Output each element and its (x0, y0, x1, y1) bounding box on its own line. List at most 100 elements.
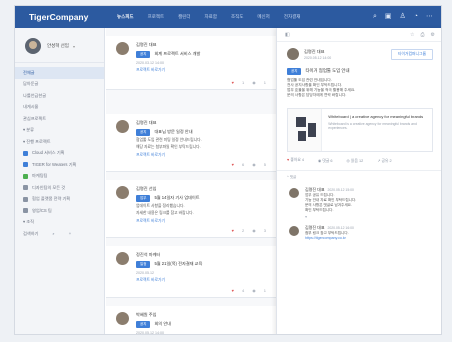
nav-tab-org[interactable]: 조직도 (231, 14, 243, 20)
post-title[interactable]: 5월 14일자 기사 업데이트 (154, 195, 199, 201)
comment-link[interactable]: https://tigercompany.co.kr (305, 236, 433, 241)
like-count: 2 (242, 228, 245, 233)
comment-button[interactable]: ◉ 댓글 6 (318, 158, 333, 164)
read-label: 읽음 12 (350, 159, 364, 163)
sidebar-item-project[interactable]: 협업 플랫폼 전략 기획 (15, 194, 104, 206)
list-item[interactable]: 박혜원 주임 공지 회의 안내 2020.05.12 14:00 (106, 306, 276, 334)
post-title[interactable]: 대표님 방문 일정 안내 (154, 129, 192, 135)
sidebar-section-category[interactable]: ▾ 분류 (15, 125, 104, 137)
post-line: 자세한 내용은 링크를 참고 바랍니다. (136, 211, 194, 215)
sidebar-item-favorites[interactable]: 관심프로젝트 (15, 113, 104, 125)
detail-header: 김명진 대표 2020.05.12 14:00 타이거컴퍼니그룹 (277, 42, 441, 66)
post-actions: ♥ 2 ◉ 3 (232, 228, 266, 233)
post-tag: 업무 (136, 195, 151, 202)
sidebar-item-project[interactable]: 영업/CS 팀 (15, 205, 104, 217)
panel-toggle-icon[interactable]: ◧ (285, 32, 290, 38)
project-link[interactable]: 프로젝트 바로가기 (136, 278, 270, 283)
link-preview-card[interactable]: Whiteboard | a creative agency for meani… (287, 108, 433, 152)
project-icon (23, 185, 28, 191)
detail-actions: ♥ 좋아요 4 ◉ 댓글 6 ◎ 읽음 12 ↗ 공유 2 (277, 152, 441, 171)
app-logo[interactable]: TigerCompany (29, 12, 117, 22)
search-icon[interactable]: ⌕ (373, 12, 377, 21)
bell-icon[interactable]: ◔ (414, 12, 418, 21)
project-link[interactable]: 프로젝트 바로가기 (136, 153, 270, 158)
project-link[interactable]: 프로젝트 바로가기 (136, 219, 270, 224)
heart-icon[interactable]: ♥ (232, 162, 234, 167)
heart-icon: ♥ (287, 158, 290, 162)
heart-icon[interactable]: ♥ (232, 228, 234, 233)
heart-icon[interactable]: ♥ (232, 288, 234, 293)
calendar-icon[interactable]: ▣ (385, 12, 392, 21)
sidebar-item-project[interactable]: TIGER for Weaters 기획 (15, 159, 104, 171)
sidebar-item-mentions[interactable]: 나를언급한글 (15, 90, 104, 102)
link-preview-title[interactable]: Whiteboard | a creative agency for meani… (328, 114, 426, 120)
list-item[interactable]: 정진석 마케터 일정 5월 21일(목) 전자결재 교육 2020.05.12 프… (106, 246, 276, 298)
sidebar-item-my-posts[interactable]: 내게시물 (15, 102, 104, 114)
sidebar-item-project[interactable]: Cloud 서비스 기획 (15, 148, 104, 160)
chevron-down-icon[interactable]: ▾ (73, 44, 75, 49)
sidebar-item-label: ▾ 진행 프로젝트 (23, 138, 51, 144)
heart-icon[interactable]: ♥ (305, 215, 433, 219)
sidebar-section-projects[interactable]: ▾ 진행 프로젝트 (15, 136, 104, 148)
comment-time: 2020.05.12 15:00 (327, 188, 354, 192)
sidebar-item-label: 나를언급한글 (23, 92, 47, 98)
nav-tab-project[interactable]: 프로젝트 (148, 14, 165, 20)
post-title[interactable]: 회계 프로젝트 서비스 개발 (154, 51, 200, 57)
list-item[interactable]: 김명진 대표 공지 회계 프로젝트 서비스 개발 2020.03.12 14:00… (106, 36, 276, 90)
comment-icon: ◉ (317, 159, 322, 163)
sidebar-item-saved[interactable]: 담아둔글 (15, 79, 104, 91)
post-title[interactable]: 5월 21일(목) 전자결재 교육 (154, 261, 202, 267)
list-item[interactable]: 김명진 대표 공지 대표님 방문 일정 안내 협업툴 도입 관련 미팅 일정 안내… (106, 114, 276, 172)
comment-icon[interactable]: ◉ (252, 288, 256, 293)
like-button[interactable]: ♥ 좋아요 4 (287, 158, 304, 164)
post-meta: 2020.05.12 (136, 271, 154, 275)
sidebar-item-project[interactable]: 디자인팀의 모든 것 (15, 182, 104, 194)
user-icon[interactable]: ♙ (399, 12, 405, 21)
group-button[interactable]: 타이거컴퍼니그룹 (391, 48, 433, 60)
post-tag: 공지 (136, 321, 151, 328)
list-item[interactable]: 김명진 선임 업무 5월 14일자 기사 업데이트 업데이트 사항을 정리했습니다… (106, 180, 276, 238)
sidebar-item-label: 마케팅팀 (32, 173, 48, 179)
add-icon[interactable]: + (69, 231, 71, 236)
avatar (116, 252, 129, 265)
comment-count: 1 (263, 288, 266, 293)
share-button[interactable]: ↗ 공유 2 (377, 158, 391, 164)
post-actions: ♥ 6 ◉ 5 (232, 162, 266, 167)
sidebar-item-project[interactable]: 마케팅팀 (15, 171, 104, 183)
post-title[interactable]: 회의 안내 (154, 321, 171, 327)
top-nav: TigerCompany 뉴스피드 프로젝트 캘린더 자료함 조직도 메신저 전… (15, 6, 441, 28)
bookmark-icon[interactable]: ☆ (410, 32, 414, 38)
heart-icon[interactable]: ♥ (232, 80, 234, 85)
profile[interactable]: 안성혁 선임 ▾ (15, 28, 104, 63)
search-icon[interactable]: ⌕ (52, 231, 54, 236)
nav-tab-files[interactable]: 자료함 (205, 14, 217, 20)
comment-item: 김명진 대표 2020.05.12 15:00 업무 공유 드립니다. 기능 안내… (277, 184, 441, 222)
comment-count: 3 (263, 228, 266, 233)
more-icon[interactable]: ⋯ (426, 12, 433, 21)
print-icon[interactable]: ⎙ (421, 32, 425, 38)
detail-body: 공지 타이거 협업툴 도입 안내 협업툴 도입 관련 안내입니다. 전사 공지사항… (277, 66, 441, 100)
avatar (25, 38, 41, 54)
project-icon (23, 208, 28, 214)
nav-tab-calendar[interactable]: 캘린더 (178, 14, 190, 20)
sidebar-item-all[interactable]: 전체글 (15, 67, 104, 79)
post-meta: 2020.03.12 14:00 (136, 61, 164, 65)
sidebar-search-label[interactable]: 검색하기 (23, 231, 38, 237)
sidebar-list: 전체글 담아둔글 나를언급한글 내게시물 관심프로젝트 ▾ 분류 ▾ 진행 프로… (15, 63, 104, 228)
comment-icon[interactable]: ◉ (252, 228, 256, 233)
comment-icon[interactable]: ◉ (252, 80, 256, 85)
avatar (116, 120, 129, 133)
nav-tab-messenger[interactable]: 메신저 (257, 14, 269, 20)
app-window: TigerCompany 뉴스피드 프로젝트 캘린더 자료함 조직도 메신저 전… (14, 5, 442, 335)
comment-author: 김명진 대표 (305, 187, 325, 192)
feed-list: 김명진 대표 공지 회계 프로젝트 서비스 개발 2020.03.12 14:00… (106, 28, 276, 334)
read-button[interactable]: ◎ 읽음 12 (347, 158, 364, 164)
sidebar-item-label: 영업/CS 팀 (32, 207, 52, 213)
nav-tab-approval[interactable]: 전자결재 (284, 14, 301, 20)
comment-icon[interactable]: ◉ (252, 162, 256, 167)
detail-author: 김명진 대표 (304, 48, 325, 54)
project-link[interactable]: 프로젝트 바로가기 (136, 68, 270, 73)
settings-icon[interactable]: ⚙ (431, 32, 435, 38)
sidebar-section-org[interactable]: ▾ 조직 (15, 217, 104, 229)
nav-tab-newsfeed[interactable]: 뉴스피드 (117, 14, 134, 20)
